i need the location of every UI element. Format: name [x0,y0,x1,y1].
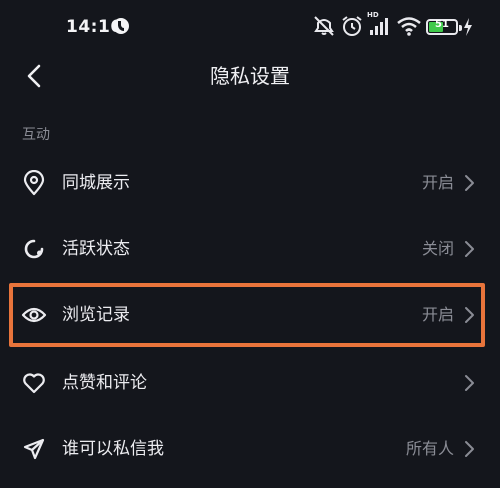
setting-value: 关闭 [421,239,454,258]
setting-label: 同城展示 [62,173,130,193]
heart-icon [20,369,48,397]
battery-icon: 51 [426,19,462,35]
setting-row-likes-comments[interactable]: 点赞和评论 [0,350,500,416]
wifi-icon [397,17,421,36]
activity-status-icon [20,235,48,263]
notification-app-icon [113,18,129,34]
alarm-icon [342,16,362,36]
chevron-right-icon [465,375,474,391]
chevron-right-icon [465,441,474,457]
cell-signal-icon [370,18,388,35]
section-title: 互动 [22,127,50,143]
setting-value: 所有人 [405,439,454,458]
status-icons: HD 51 [312,11,482,40]
chevron-right-icon [465,307,474,323]
page-title: 隐私设置 [210,64,290,88]
setting-row-nearby-display[interactable]: 同城展示 开启 [0,150,500,216]
setting-row-browsing-history[interactable]: 浏览记录 开启 [0,282,500,348]
setting-label: 点赞和评论 [62,373,147,393]
vibrate-off-icon [314,16,334,36]
header: 隐私设置 [0,56,500,110]
chevron-right-icon [465,241,474,257]
chevron-right-icon [465,175,474,191]
setting-value: 开启 [421,305,454,324]
eye-icon [20,301,48,329]
charging-bolt-icon [464,18,472,36]
setting-label: 浏览记录 [62,305,130,325]
setting-row-activity-status[interactable]: 活跃状态 关闭 [0,216,500,282]
send-icon [20,435,48,463]
battery-level: 51 [435,19,449,30]
setting-label: 活跃状态 [62,239,130,259]
setting-row-who-can-message[interactable]: 谁可以私信我 所有人 [0,416,500,482]
location-pin-icon [20,169,48,197]
status-bar: 14:16 HD 51 [0,0,500,56]
setting-label: 谁可以私信我 [62,439,164,459]
setting-value: 开启 [421,173,454,192]
